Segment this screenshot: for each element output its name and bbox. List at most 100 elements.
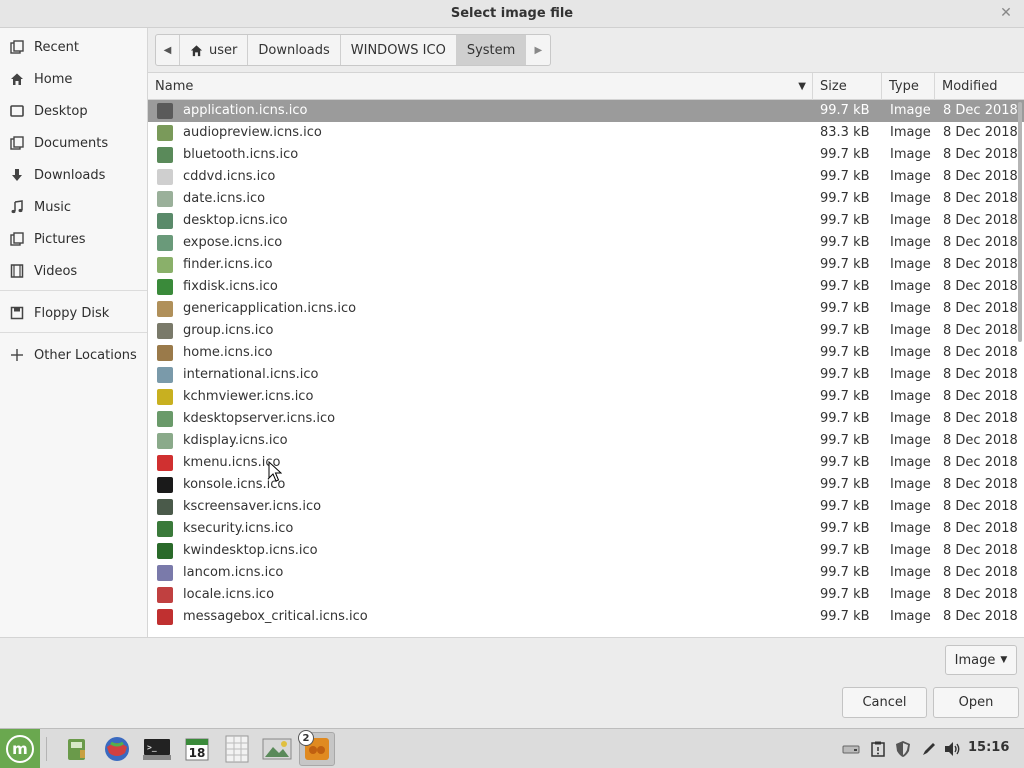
image-file-icon [157, 257, 173, 273]
table-row[interactable]: messagebox_critical.icns.ico 99.7 kB Image… [148, 606, 1024, 628]
table-row[interactable]: desktop.icns.ico 99.7 kB Image 8 Dec 2018 [148, 210, 1024, 232]
file-type-filter[interactable]: Image ▼ [945, 645, 1017, 675]
cell-size: 99.7 kB [820, 279, 870, 294]
window-count-badge: 2 [298, 730, 314, 746]
image-viewer-launcher[interactable] [261, 733, 293, 765]
table-row[interactable]: finder.icns.ico 99.7 kB Image 8 Dec 2018 [148, 254, 1024, 276]
cell-name: lancom.icns.ico [183, 565, 284, 580]
image-file-icon [157, 609, 173, 625]
path-back-button[interactable]: ◀ [156, 35, 180, 65]
table-row[interactable]: fixdisk.icns.ico 99.7 kB Image 8 Dec 2018 [148, 276, 1024, 298]
cell-name: application.icns.ico [183, 103, 308, 118]
clock[interactable]: 15:16 [968, 740, 1009, 755]
column-header-label: Size [820, 79, 847, 94]
table-row[interactable]: kdisplay.icns.ico 99.7 kB Image 8 Dec 2018 [148, 430, 1024, 452]
path-forward-button[interactable]: ▶ [526, 35, 550, 65]
cell-modified: 8 Dec 2018 [943, 411, 1018, 426]
table-row[interactable]: cddvd.icns.ico 99.7 kB Image 8 Dec 2018 [148, 166, 1024, 188]
column-header-size[interactable]: Size [813, 73, 882, 100]
breadcrumb-windows-ico[interactable]: WINDOWS ICO [341, 35, 457, 65]
cell-name: locale.icns.ico [183, 587, 275, 602]
cell-size: 99.7 kB [820, 411, 870, 426]
calendar-launcher[interactable]: 18 [181, 733, 213, 765]
videos-icon [9, 263, 25, 279]
table-row[interactable]: genericapplication.icns.ico 99.7 kB Image 8… [148, 298, 1024, 320]
sidebar-item-recent[interactable]: Recent [0, 33, 147, 61]
cell-type: Image [890, 411, 931, 426]
table-row[interactable]: home.icns.ico 99.7 kB Image 8 Dec 2018 [148, 342, 1024, 364]
table-row[interactable]: kdesktopserver.icns.ico 99.7 kB Image 8 Dec… [148, 408, 1024, 430]
cancel-button[interactable]: Cancel [842, 687, 927, 718]
breadcrumb-system[interactable]: System [456, 35, 527, 65]
menu-button[interactable]: m [0, 729, 40, 768]
table-row[interactable]: ksecurity.icns.ico 99.7 kB Image 8 Dec 2018 [148, 518, 1024, 540]
spreadsheet-launcher[interactable] [221, 733, 253, 765]
cell-type: Image [890, 169, 931, 184]
table-row[interactable]: kmenu.icns.ico 99.7 kB Image 8 Dec 2018 [148, 452, 1024, 474]
table-row[interactable]: group.icns.ico 99.7 kB Image 8 Dec 2018 [148, 320, 1024, 342]
dialog-title: Select image file [450, 6, 574, 21]
volume-icon[interactable] [943, 739, 963, 759]
sidebar-separator [0, 290, 147, 291]
file-list: Name ▼ Size Type Modified application.ic… [148, 72, 1024, 637]
sidebar-item-floppy-disk[interactable]: Floppy Disk [0, 299, 147, 327]
sidebar-item-pictures[interactable]: Pictures [0, 225, 147, 253]
sidebar-item-other-locations[interactable]: Other Locations [0, 341, 147, 369]
table-row[interactable]: lancom.icns.ico 99.7 kB Image 8 Dec 2018 [148, 562, 1024, 584]
image-file-icon [157, 477, 173, 493]
sidebar-item-music[interactable]: Music [0, 193, 147, 221]
image-file-icon [157, 191, 173, 207]
file-list-header: Name ▼ Size Type Modified [148, 72, 1024, 100]
documents-icon [9, 135, 25, 151]
cell-modified: 8 Dec 2018 [943, 543, 1018, 558]
sidebar-item-label: Home [34, 71, 73, 87]
table-row[interactable]: bluetooth.icns.ico 99.7 kB Image 8 Dec 2018 [148, 144, 1024, 166]
drive-icon[interactable] [841, 739, 861, 759]
sidebar-item-home[interactable]: Home [0, 65, 147, 93]
floppy-disk-icon [9, 305, 25, 321]
sidebar-item-desktop[interactable]: Desktop [0, 97, 147, 125]
table-row[interactable]: konsole.icns.ico 99.7 kB Image 8 Dec 2018 [148, 474, 1024, 496]
cell-modified: 8 Dec 2018 [943, 565, 1018, 580]
cell-type: Image [890, 279, 931, 294]
table-row[interactable]: kwindesktop.icns.ico 99.7 kB Image 8 Dec 20… [148, 540, 1024, 562]
sidebar-item-label: Music [34, 199, 71, 215]
clipboard-icon[interactable] [868, 739, 888, 759]
table-row[interactable]: expose.icns.ico 99.7 kB Image 8 Dec 2018 [148, 232, 1024, 254]
column-header-type[interactable]: Type [882, 73, 935, 100]
sidebar-item-downloads[interactable]: Downloads [0, 161, 147, 189]
shield-icon[interactable] [893, 739, 913, 759]
scrollbar[interactable] [1018, 102, 1022, 632]
terminal-launcher[interactable]: >_ [141, 733, 173, 765]
table-row[interactable]: audiopreview.icns.ico 83.3 kB Image 8 Dec 2… [148, 122, 1024, 144]
sidebar-item-documents[interactable]: Documents [0, 129, 147, 157]
open-button[interactable]: Open [933, 687, 1019, 718]
browser-launcher[interactable] [101, 733, 133, 765]
cell-modified: 8 Dec 2018 [943, 433, 1018, 448]
table-row[interactable]: date.icns.ico 99.7 kB Image 8 Dec 2018 [148, 188, 1024, 210]
scrollbar-thumb[interactable] [1018, 102, 1022, 342]
table-row[interactable]: locale.icns.ico 99.7 kB Image 8 Dec 2018 [148, 584, 1024, 606]
breadcrumb-downloads[interactable]: Downloads [248, 35, 341, 65]
pen-icon[interactable] [919, 739, 939, 759]
table-row[interactable]: kchmviewer.icns.ico 99.7 kB Image 8 Dec 201… [148, 386, 1024, 408]
file-manager-launcher[interactable] [61, 733, 93, 765]
image-file-icon [157, 169, 173, 185]
cell-name: fixdisk.icns.ico [183, 279, 278, 294]
table-row[interactable]: kscreensaver.icns.ico 99.7 kB Image 8 Dec 2… [148, 496, 1024, 518]
table-row[interactable]: application.icns.ico 99.7 kB Image 8 Dec 20… [148, 100, 1024, 122]
image-file-icon [157, 125, 173, 141]
breadcrumb-user[interactable]: user [180, 35, 249, 65]
cell-name: expose.icns.ico [183, 235, 283, 250]
cell-size: 99.7 kB [820, 565, 870, 580]
close-icon[interactable]: ✕ [998, 5, 1014, 21]
cell-name: ksecurity.icns.ico [183, 521, 294, 536]
sidebar-item-label: Other Locations [34, 347, 137, 363]
image-file-icon [157, 323, 173, 339]
sidebar-item-videos[interactable]: Videos [0, 257, 147, 285]
column-header-modified[interactable]: Modified [935, 73, 1024, 100]
table-row[interactable]: international.icns.ico 99.7 kB Image 8 Dec … [148, 364, 1024, 386]
cell-size: 99.7 kB [820, 257, 870, 272]
column-header-name[interactable]: Name ▼ [148, 73, 813, 100]
cell-size: 99.7 kB [820, 235, 870, 250]
